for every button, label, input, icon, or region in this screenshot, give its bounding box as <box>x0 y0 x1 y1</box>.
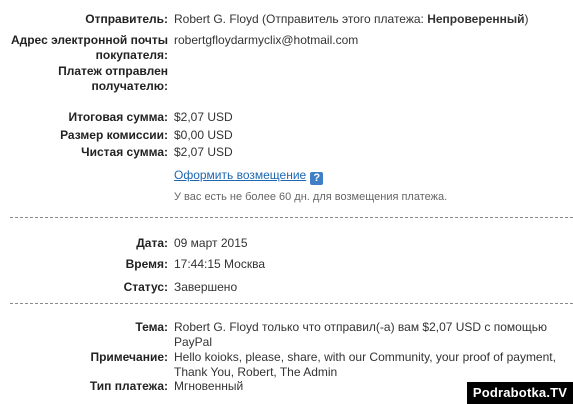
question-icon[interactable]: ? <box>310 172 324 185</box>
sent-to-label-line2: получателю: <box>91 79 168 93</box>
separator-2 <box>10 303 573 304</box>
note-label: Примечание: <box>90 350 168 364</box>
date-label: Дата: <box>136 236 168 250</box>
sender-status: Непроверенный <box>427 12 525 26</box>
refund-row: Оформить возмещение? <box>174 168 324 185</box>
total-label: Итоговая сумма: <box>68 110 168 124</box>
watermark: Podrabotka.TV <box>467 382 573 404</box>
sender-status-prefix: (Отправитель этого платежа: <box>262 12 428 26</box>
net-value: $2,07 USD <box>174 145 233 159</box>
sender-status-suffix: ) <box>524 12 529 26</box>
time-label: Время: <box>125 257 168 271</box>
buyer-email-value: robertgfloydarmyclix@hotmail.com <box>174 33 359 47</box>
payment-type-label: Тип платежа: <box>89 379 168 393</box>
sender-value: Robert G. Floyd (Отправитель этого плате… <box>174 12 528 27</box>
buyer-email-label-line2: покупателя: <box>95 48 168 62</box>
net-label: Чистая сумма: <box>81 145 168 159</box>
subject-label: Тема: <box>135 320 168 334</box>
time-value: 17:44:15 Москва <box>174 257 266 271</box>
subject-value: Robert G. Floyd только что отправил(-а) … <box>174 320 547 349</box>
fee-label: Размер комиссии: <box>60 128 168 142</box>
status-label: Статус: <box>123 280 168 294</box>
status-value: Завершено <box>174 280 238 294</box>
fee-value: $0,00 USD <box>174 128 233 142</box>
sender-label: Отправитель: <box>85 12 168 26</box>
sender-name: Robert G. Floyd <box>174 12 259 26</box>
refund-note: У вас есть не более 60 дн. для возмещени… <box>174 191 448 203</box>
total-value: $2,07 USD <box>174 110 233 124</box>
date-value: 09 март 2015 <box>174 236 248 250</box>
note-value: Hello koioks, please, share, with our Co… <box>174 350 556 379</box>
buyer-email-label-line1: Адрес электронной почты <box>10 33 168 47</box>
refund-link[interactable]: Оформить возмещение <box>174 168 306 182</box>
separator-1 <box>10 217 573 218</box>
sent-to-label-line1: Платеж отправлен <box>58 64 168 78</box>
payment-type-value: Мгновенный <box>174 379 244 393</box>
